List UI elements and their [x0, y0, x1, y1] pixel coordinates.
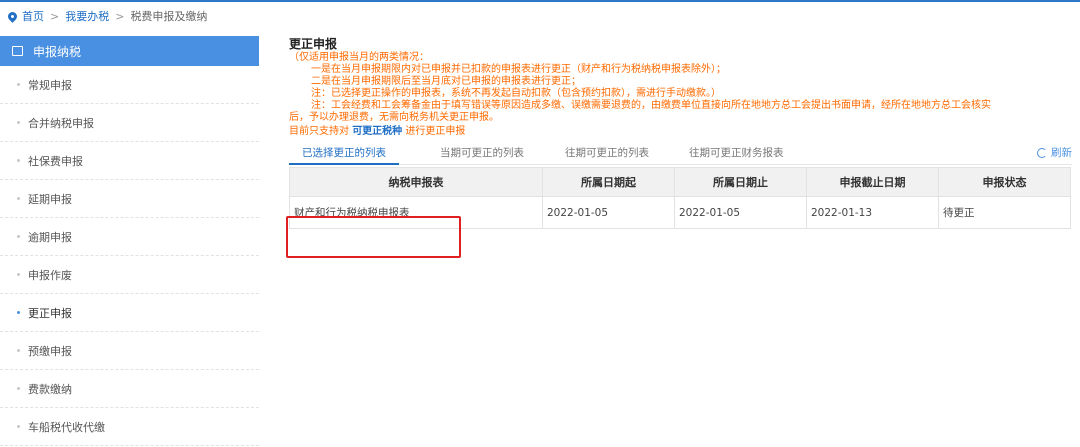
breadcrumb-separator: >	[115, 9, 125, 23]
table-cell-start-date: 2022-01-05	[542, 196, 675, 229]
table-cell-deadline: 2022-01-13	[806, 196, 939, 229]
refresh-icon	[1037, 148, 1047, 158]
sidebar-item-social-insurance[interactable]: 社保费申报	[0, 142, 259, 180]
sidebar-item-label: 社保费申报	[28, 154, 83, 168]
breadcrumb-current: 税费申报及缴纳	[130, 10, 208, 23]
tab-bar: 已选择更正的列表 当期可更正的列表 往期可更正的列表 往期可更正财务报表 刷新	[289, 144, 1072, 165]
breadcrumb-level2-link[interactable]: 我要办税	[65, 8, 109, 24]
sidebar-item-label: 更正申报	[28, 306, 72, 320]
bullet-icon	[17, 425, 20, 428]
column-header: 所属日期止	[674, 167, 807, 197]
column-header: 所属日期起	[542, 167, 675, 197]
sidebar-item-label: 合并纳税申报	[28, 116, 94, 130]
support-note: 目前只支持对 可更正税种 进行更正申报	[289, 125, 1074, 138]
breadcrumb-separator: >	[50, 9, 60, 23]
tab-past-financial-reports[interactable]: 往期可更正财务报表	[689, 144, 784, 164]
column-header: 申报状态	[938, 167, 1071, 197]
sidebar-item-label: 费款缴纳	[28, 382, 72, 396]
notice-line: 二是在当月申报期限后至当月底对已申报的申报表进行更正；	[311, 76, 581, 87]
notice-line: （仅适用申报当月的两类情况：	[289, 52, 429, 63]
sidebar-item-label: 车船税代收代缴	[28, 420, 105, 434]
sidebar-item-vehicle-tax[interactable]: 车船税代收代缴	[0, 408, 259, 446]
breadcrumb: 首页 > 我要办税 > 税费申报及缴纳	[6, 8, 207, 24]
sidebar-item-correction[interactable]: 更正申报	[0, 294, 259, 332]
bullet-icon	[17, 83, 20, 86]
tab-current-correctable[interactable]: 当期可更正的列表	[440, 144, 524, 164]
support-prefix: 目前只支持对	[289, 126, 349, 137]
highlight-box	[286, 216, 461, 258]
sidebar-item-payment[interactable]: 费款缴纳	[0, 370, 259, 408]
refresh-label: 刷新	[1051, 147, 1072, 159]
bullet-icon	[17, 197, 20, 200]
breadcrumb-home-link[interactable]: 首页	[22, 8, 44, 24]
sidebar-item-label: 预缴申报	[28, 344, 72, 358]
tab-past-correctable[interactable]: 往期可更正的列表	[565, 144, 649, 164]
correctable-tax-link[interactable]: 可更正税种	[352, 126, 402, 137]
sidebar-item-label: 逾期申报	[28, 230, 72, 244]
bullet-icon	[17, 387, 20, 390]
notice-line: 注：工会经费和工会筹备金由于填写错误等原因造成多缴、误缴需要退费的，由缴费单位直…	[311, 100, 991, 111]
support-suffix: 进行更正申报	[405, 126, 466, 137]
sidebar-header[interactable]: 申报纳税	[0, 36, 259, 66]
notice-line: 一是在当月申报期限内对已申报并已扣款的申报表进行更正（财产和行为税纳税申报表除外…	[311, 64, 726, 75]
sidebar-item-label: 常规申报	[28, 78, 72, 92]
sidebar-item-void[interactable]: 申报作废	[0, 256, 259, 294]
sidebar-item-prepayment[interactable]: 预缴申报	[0, 332, 259, 370]
notice-line: 注：已选择更正操作的申报表，系统不再发起自动扣款（包含预约扣款），需进行手动缴款…	[311, 88, 721, 99]
table-cell-end-date: 2022-01-05	[674, 196, 807, 229]
bullet-icon	[17, 159, 20, 162]
bullet-icon	[17, 121, 20, 124]
sidebar-item-consolidated-filing[interactable]: 合并纳税申报	[0, 104, 259, 142]
column-header: 申报截止日期	[806, 167, 939, 197]
table-header-row: 纳税申报表 所属日期起 所属日期止 申报截止日期 申报状态	[289, 167, 1071, 197]
bullet-icon	[17, 311, 20, 314]
bullet-icon	[17, 273, 20, 276]
top-accent-line	[0, 0, 1080, 2]
table-cell-status: 待更正	[938, 196, 1071, 229]
sidebar-item-overdue[interactable]: 逾期申报	[0, 218, 259, 256]
location-pin-icon	[6, 9, 19, 23]
sidebar-item-extension[interactable]: 延期申报	[0, 180, 259, 218]
sidebar-item-label: 延期申报	[28, 192, 72, 206]
main-content: 更正申报 （仅适用申报当月的两类情况： 一是在当月申报期限内对已申报并已扣款的申…	[289, 36, 1074, 229]
bullet-icon	[17, 235, 20, 238]
refresh-button[interactable]: 刷新	[1037, 144, 1072, 162]
sidebar-item-label: 申报作废	[28, 268, 72, 282]
notice-line: 后，予以办理退费，无需向税务机关更正申报。	[289, 112, 499, 123]
page-title: 更正申报	[289, 37, 338, 51]
bullet-icon	[17, 349, 20, 352]
window-icon	[12, 46, 23, 56]
sidebar-item-regular-filing[interactable]: 常规申报	[0, 66, 259, 104]
sidebar-header-label: 申报纳税	[33, 44, 82, 59]
sidebar: 申报纳税 常规申报 合并纳税申报 社保费申报 延期申报 逾期申报 申报作废 更正…	[0, 36, 259, 447]
tab-selected-corrections[interactable]: 已选择更正的列表	[289, 144, 399, 165]
column-header: 纳税申报表	[289, 167, 543, 197]
